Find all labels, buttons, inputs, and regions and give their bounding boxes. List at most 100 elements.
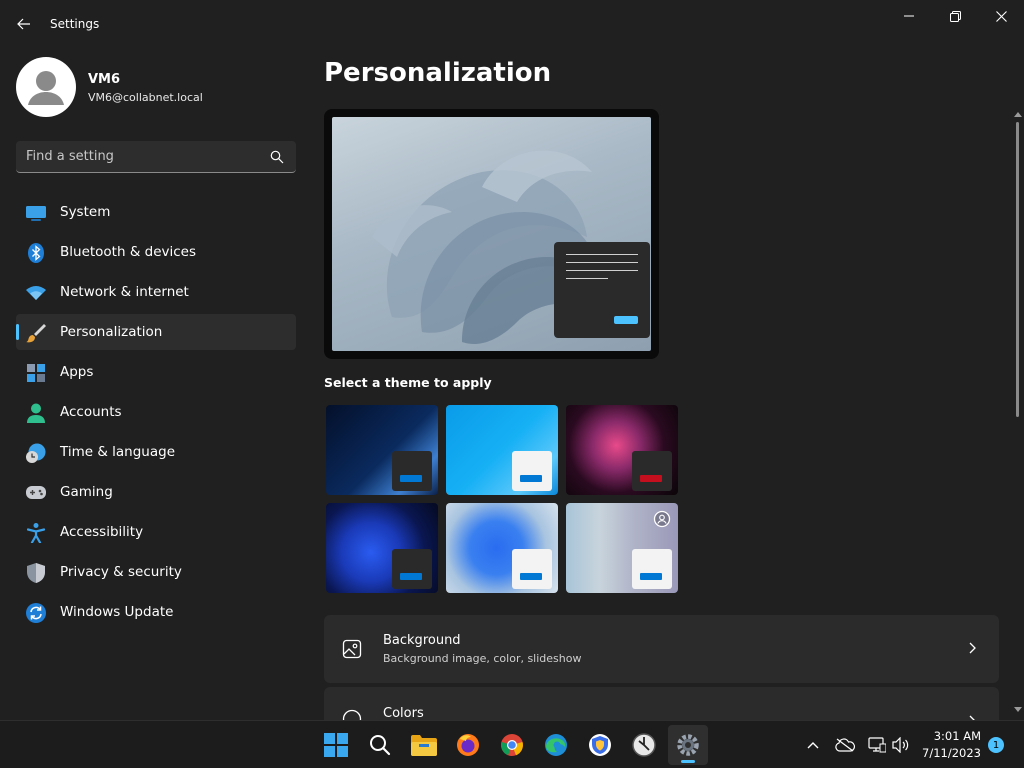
sidebar-item-gaming[interactable]: Gaming (16, 474, 296, 510)
scroll-up-arrow-icon[interactable] (1014, 110, 1022, 118)
sidebar-item-label: Time & language (60, 444, 176, 460)
theme-preview (324, 109, 659, 359)
sidebar-item-personalization[interactable]: Personalization (16, 314, 296, 350)
sidebar-item-privacy-security[interactable]: Privacy & security (16, 554, 296, 590)
taskbar-firefox[interactable] (448, 725, 488, 765)
theme-accent-bar (520, 573, 542, 580)
theme-accent-bar (400, 475, 422, 482)
theme-accent-bar (640, 573, 662, 580)
page-title: Personalization (324, 58, 552, 88)
clock-date[interactable]: 7/11/2023 (922, 746, 981, 760)
sidebar-item-label: Accessibility (60, 524, 144, 540)
arrow-left-icon (17, 18, 30, 30)
window-title: Settings (50, 17, 100, 31)
tray-volume[interactable] (891, 735, 911, 755)
minimize-button[interactable] (886, 4, 932, 28)
taskbar-brave[interactable] (580, 725, 620, 765)
theme-windows-11-dark[interactable] (326, 503, 438, 593)
background-card[interactable]: Background Background image, color, slid… (324, 615, 999, 683)
theme-mini-window (512, 451, 552, 491)
network-ethernet-icon (868, 737, 886, 753)
volume-icon (892, 737, 909, 753)
card-subtitle: Background image, color, slideshow (383, 652, 582, 665)
sidebar-item-label: Privacy & security (60, 564, 182, 580)
back-button[interactable] (12, 12, 36, 36)
sidebar-item-windows-update[interactable]: Windows Update (16, 594, 296, 630)
close-icon (995, 10, 1007, 22)
brave-icon (589, 734, 611, 756)
profile-email: VM6@collabnet.local (88, 91, 203, 104)
taskbar-edge[interactable] (536, 725, 576, 765)
preview-line (566, 270, 638, 271)
colors-card[interactable]: Colors (324, 687, 999, 729)
taskbar-settings[interactable] (668, 725, 708, 765)
tray-onedrive[interactable] (835, 735, 855, 755)
wallpaper-preview (332, 117, 651, 351)
theme-windows-dark[interactable] (326, 405, 438, 495)
bluetooth-icon (26, 243, 46, 263)
tray-overflow-button[interactable] (803, 735, 823, 755)
monitor-icon (26, 203, 46, 223)
profile-name: VM6 (88, 72, 121, 87)
chevron-up-icon (807, 742, 819, 749)
sidebar-item-label: Bluetooth & devices (60, 244, 197, 260)
globe-clock-icon (26, 443, 46, 463)
settings-icon (677, 734, 699, 756)
theme-accent-bar (520, 475, 542, 482)
avatar[interactable] (16, 57, 76, 117)
clock-time[interactable]: 3:01 AM (934, 729, 981, 743)
taskbar-search-button[interactable] (360, 725, 400, 765)
theme-flowers[interactable] (566, 503, 678, 593)
sidebar-item-label: Apps (60, 364, 94, 380)
sidebar-item-label: Windows Update (60, 604, 174, 620)
start-button[interactable] (316, 725, 356, 765)
search-icon[interactable] (270, 150, 284, 164)
notification-badge[interactable]: 1 (988, 737, 1004, 753)
tray-network[interactable] (867, 735, 887, 755)
taskbar-clock-app[interactable] (624, 725, 664, 765)
theme-accent-bar (640, 475, 662, 482)
search-icon (370, 735, 391, 756)
card-title: Colors (383, 706, 424, 721)
sidebar-item-accessibility[interactable]: Accessibility (16, 514, 296, 550)
sidebar-item-network-internet[interactable]: Network & internet (16, 274, 296, 310)
themes-heading: Select a theme to apply (324, 375, 492, 390)
theme-mini-window (392, 549, 432, 589)
theme-windows-light[interactable] (446, 405, 558, 495)
onedrive-offline-icon (835, 738, 855, 752)
sidebar-item-apps[interactable]: Apps (16, 354, 296, 390)
sidebar-item-label: System (60, 204, 111, 220)
title-bar: Settings (0, 0, 1024, 48)
taskbar: 3:01 AM 7/11/2023 1 (0, 720, 1024, 768)
accessibility-icon (26, 523, 46, 543)
theme-mini-window (512, 549, 552, 589)
scroll-down-arrow-icon[interactable] (1014, 706, 1022, 714)
theme-glow[interactable] (566, 405, 678, 495)
restore-icon (949, 10, 961, 22)
sidebar-item-label: Personalization (60, 324, 163, 340)
taskbar-file-explorer[interactable] (404, 725, 444, 765)
theme-windows-11-light[interactable] (446, 503, 558, 593)
sidebar-item-time-language[interactable]: Time & language (16, 434, 296, 470)
chrome-icon (501, 734, 523, 756)
taskbar-chrome[interactable] (492, 725, 532, 765)
card-title: Background (383, 633, 461, 648)
sidebar-item-system[interactable]: System (16, 194, 296, 230)
close-button[interactable] (978, 4, 1024, 28)
preview-line (566, 262, 638, 263)
update-icon (26, 603, 46, 623)
sidebar-item-accounts[interactable]: Accounts (16, 394, 296, 430)
scrollbar-thumb[interactable] (1016, 122, 1019, 417)
restore-button[interactable] (932, 4, 978, 28)
theme-accent-bar (400, 573, 422, 580)
sidebar-item-bluetooth-devices[interactable]: Bluetooth & devices (16, 234, 296, 270)
theme-spotlight-badge-icon (653, 510, 671, 528)
search-box[interactable] (16, 141, 296, 173)
minimize-icon (904, 15, 914, 17)
sidebar-nav: System Bluetooth & devices Network & int… (16, 194, 296, 634)
clock-app-icon (632, 733, 656, 757)
preview-window-sample (554, 242, 650, 338)
start-icon (324, 733, 348, 757)
chevron-right-icon (969, 642, 976, 654)
search-input[interactable] (26, 141, 266, 172)
